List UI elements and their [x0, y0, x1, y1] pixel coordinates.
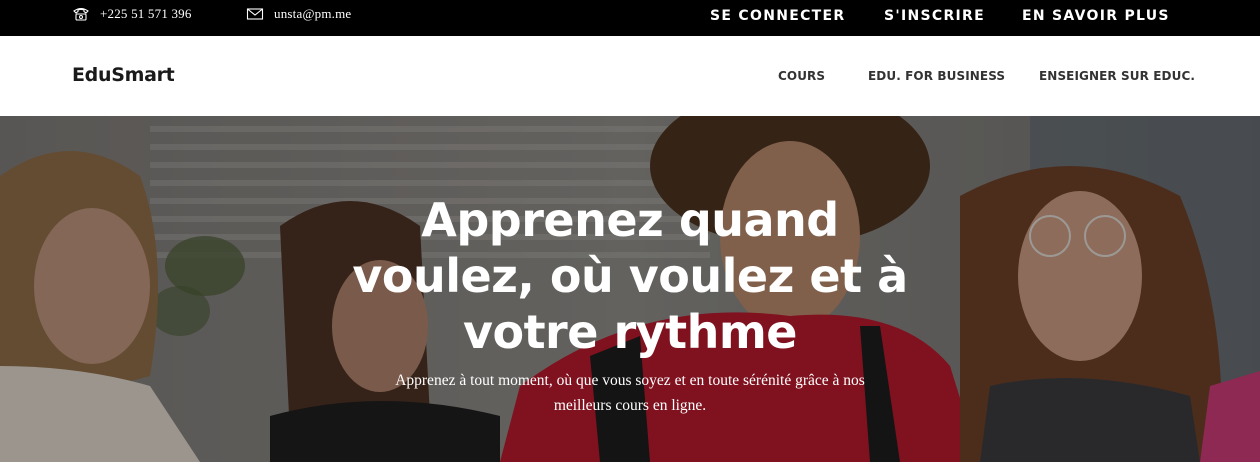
envelope-icon — [246, 8, 264, 20]
main-nav: EduSmart COURS EDU. FOR BUSINESS ENSEIGN… — [0, 36, 1260, 116]
phone-icon — [73, 7, 89, 21]
nav-item-courses[interactable]: COURS — [778, 69, 825, 83]
learn-more-link[interactable]: EN SAVOIR PLUS — [1022, 8, 1170, 24]
hero-subtitle: Apprenez à tout moment, où que vous soye… — [395, 372, 865, 414]
top-bar: +225 51 571 396 unsta@pm.me SE CONNECTER… — [0, 0, 1260, 36]
email-address[interactable]: unsta@pm.me — [274, 6, 351, 22]
brand-logo[interactable]: EduSmart — [72, 64, 175, 86]
login-link[interactable]: SE CONNECTER — [710, 8, 845, 24]
nav-item-business[interactable]: EDU. FOR BUSINESS — [868, 69, 1005, 83]
hero-banner: Apprenez quand voulez, où voulez et à vo… — [0, 116, 1260, 462]
nav-item-teach[interactable]: ENSEIGNER SUR EDUC. — [1039, 69, 1195, 83]
email-contact: unsta@pm.me — [246, 6, 351, 22]
phone-number[interactable]: +225 51 571 396 — [100, 6, 192, 22]
hero-title: Apprenez quand voulez, où voulez et à vo… — [352, 193, 908, 359]
signup-link[interactable]: S'INSCRIRE — [884, 8, 985, 24]
phone-contact: +225 51 571 396 — [72, 6, 192, 22]
